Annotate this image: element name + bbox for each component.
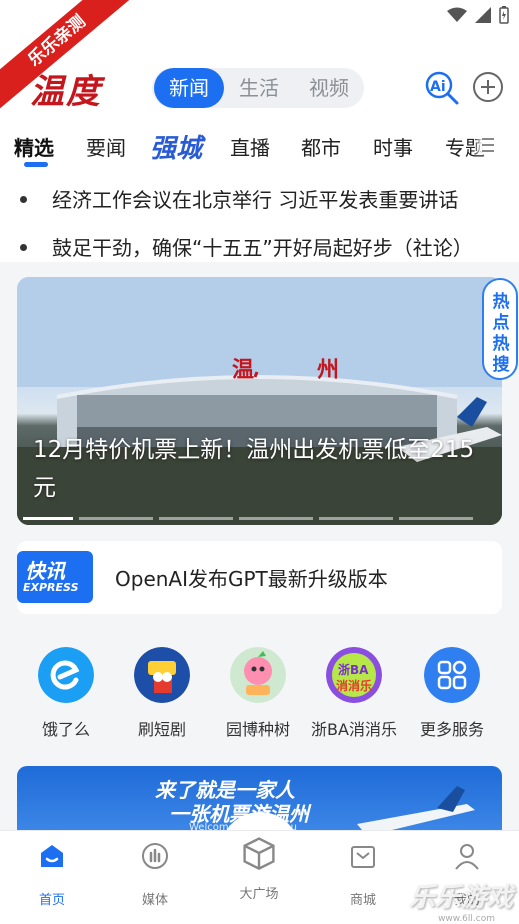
mall-icon (351, 846, 375, 868)
wifi-icon (447, 7, 467, 22)
short-drama-icon (134, 647, 190, 703)
tab-news[interactable]: 新闻 (154, 68, 224, 108)
nav-label: 大广场 (239, 887, 279, 902)
nav-plaza[interactable]: 大广场 (219, 837, 299, 902)
ticker-text: 经济工作会议在北京举行 习近平发表重要讲话 (52, 188, 459, 212)
nav-label: 首页 (38, 893, 65, 908)
service-label: 浙BA消消乐 (311, 720, 397, 739)
channel-active-indicator (24, 162, 48, 167)
more-services-icon (424, 647, 480, 703)
flash-news-card[interactable]: 快讯 EXPRESS OpenAI发布GPT最新升级版本 (17, 541, 502, 614)
service-grid: 饿了么 刷短剧 园博种树 浙BA 消消乐 浙BA消消乐 更多服务 (0, 635, 519, 745)
hot-search-label: 热点热搜 (492, 292, 510, 375)
home-icon (41, 845, 63, 867)
svg-text:消消乐: 消消乐 (336, 678, 372, 693)
channel-qiangcheng[interactable]: 强城 (150, 128, 202, 165)
match-game-icon: 浙BA 消消乐 (326, 647, 382, 703)
tab-life[interactable]: 生活 (224, 68, 294, 108)
service-label: 刷短剧 (137, 720, 186, 739)
add-icon[interactable] (472, 71, 504, 103)
tab-video[interactable]: 视频 (294, 68, 364, 108)
svg-text:温: 温 (232, 357, 254, 383)
eleme-icon (38, 647, 94, 703)
carousel-dot (159, 517, 233, 520)
ai-search-icon[interactable]: Ai (424, 70, 460, 106)
channel-headlines[interactable]: 要闻 (86, 132, 126, 161)
battery-icon (499, 6, 509, 24)
svg-text:浙BA: 浙BA (338, 662, 369, 677)
bullet-icon (20, 196, 27, 203)
nav-home[interactable]: 首页 (12, 841, 92, 908)
channel-current-affairs[interactable]: 时事 (373, 132, 413, 161)
watermark: 乐乐游戏 (408, 883, 513, 913)
carousel-dot (319, 517, 393, 520)
headline-banner[interactable]: 温 州 12月特价机票上新！温州出发机票低至215元 (17, 277, 502, 525)
channel-city[interactable]: 都市 (301, 132, 341, 161)
service-label: 园博种树 (225, 720, 290, 739)
service-match-game[interactable]: 浙BA 消消乐 浙BA消消乐 (309, 647, 399, 740)
carousel-dot (239, 517, 313, 520)
flash-news-text: OpenAI发布GPT最新升级版本 (115, 567, 388, 591)
carousel-dot (399, 517, 473, 520)
service-more[interactable]: 更多服务 (407, 647, 497, 740)
flash-logo-subtitle: EXPRESS (23, 581, 79, 594)
svg-text:州: 州 (317, 357, 339, 383)
plaza-icon (243, 837, 275, 870)
service-short-drama[interactable]: 刷短剧 (117, 647, 207, 740)
signal-icon (475, 7, 491, 23)
watermark-url: www.6ll.com (438, 914, 495, 924)
flash-logo-title: 快讯 (25, 559, 65, 583)
service-label: 更多服务 (419, 720, 484, 739)
service-eleme[interactable]: 饿了么 (21, 647, 111, 740)
ticker-item[interactable]: 经济工作会议在北京举行 习近平发表重要讲话 (0, 184, 519, 214)
nav-label: 商城 (349, 893, 376, 908)
nav-media[interactable]: 媒体 (115, 841, 195, 908)
channel-featured[interactable]: 精选 (14, 132, 54, 161)
carousel-indicator (23, 517, 473, 520)
carousel-dot (79, 517, 153, 520)
ticker-item[interactable]: 鼓足干劲，确保“十五五”开好局起好步（社论） (0, 232, 519, 262)
service-label: 饿了么 (41, 720, 90, 739)
media-icon (142, 843, 168, 869)
carousel-dot (23, 517, 73, 520)
channel-bar: 精选 要闻 直播 都市 时事 专题 (0, 126, 519, 172)
tree-plant-icon (230, 647, 286, 703)
status-icons (447, 6, 509, 24)
flash-news-logo: 快讯 EXPRESS (17, 551, 93, 603)
service-tree-plant[interactable]: 园博种树 (213, 647, 303, 740)
channel-live[interactable]: 直播 (230, 132, 270, 161)
svg-text:Ai: Ai (430, 79, 446, 95)
nav-label: 媒体 (141, 893, 168, 908)
channel-menu-icon[interactable] (474, 136, 496, 154)
section-tabs: 新闻 生活 视频 (152, 68, 364, 108)
banner-headline: 12月特价机票上新！温州出发机票低至215元 (33, 437, 475, 501)
nav-mall[interactable]: 商城 (323, 841, 403, 908)
hot-search-badge[interactable]: 热点热搜 (482, 278, 518, 380)
bullet-icon (20, 244, 27, 251)
profile-icon (455, 844, 479, 870)
ticker-text: 鼓足干劲，确保“十五五”开好局起好步（社论） (52, 236, 473, 260)
